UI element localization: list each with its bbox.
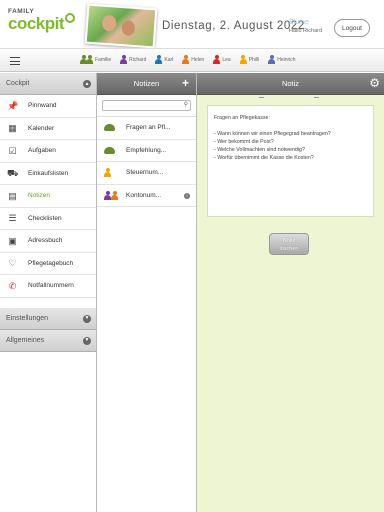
- logo-big-text: cockpit: [8, 14, 65, 33]
- chevron-down-icon: ▼: [83, 336, 91, 345]
- calendar-icon: ▦: [8, 123, 17, 134]
- note-detail-panel: Notiz ⚙ Fragen an Pflegekasse: - Wann kö…: [197, 73, 384, 512]
- note-line: - Welche Vollmachten sind notwendig?: [214, 147, 305, 153]
- sidebar-item-notizen[interactable]: ▤ Notizen: [0, 185, 96, 208]
- clip-icon: [314, 95, 319, 98]
- gear-icon[interactable]: ⚙: [369, 76, 380, 90]
- sidebar-section-einstellungen[interactable]: Einstellungen ▼: [0, 307, 96, 330]
- member-karl[interactable]: Karl: [155, 55, 173, 64]
- note-title: Notiz: [281, 79, 300, 88]
- family-members: Familie Richard Karl Helen Lea Philli He…: [80, 55, 296, 64]
- note-line: - Worfür übernimmt die Kasse die Kosten?: [214, 155, 314, 161]
- chevron-down-icon: ▼: [83, 314, 91, 323]
- person-icon: [239, 55, 247, 64]
- family-icon: [104, 124, 120, 132]
- member-lea[interactable]: Lea: [213, 55, 231, 64]
- tasks-icon: ☑: [8, 145, 17, 156]
- note-line: - Wann können wir einen Pflegegrad beant…: [214, 131, 331, 137]
- person-icon: [155, 55, 163, 64]
- person-icon: [182, 55, 190, 64]
- logo-ring-icon: [65, 13, 76, 23]
- app-logo: FAMILY cockpit: [8, 8, 76, 33]
- notes-header: Notizen +: [97, 73, 196, 95]
- sidebar-item-aufgaben[interactable]: ☑ Aufgaben: [0, 140, 96, 163]
- note-line: - Wer bekommt die Post?: [214, 139, 274, 145]
- phone-icon: ✆: [8, 280, 17, 291]
- sidebar-item-checklisten[interactable]: ☰ Checklisten: [0, 208, 96, 230]
- member-helen[interactable]: Helen: [182, 55, 204, 64]
- user-name: Blume: [289, 19, 309, 26]
- notes-panel: Notizen + ⚲ Fragen an Pfl... Empfehlung.…: [97, 73, 197, 512]
- sidebar-item-pinnwand[interactable]: 📌 Pinnwand: [0, 95, 96, 118]
- user-info: Blume Hallo Richard: [289, 18, 322, 35]
- person-icon: [268, 55, 276, 64]
- sidebar-section-cockpit[interactable]: Cockpit ▲: [0, 73, 96, 95]
- note-list-item[interactable]: Steuernum...: [97, 162, 196, 185]
- member-heinrich[interactable]: Heinrich: [268, 55, 296, 64]
- addressbook-icon: ▣: [8, 235, 17, 246]
- cart-icon: ⛟: [7, 168, 19, 179]
- sidebar-item-kalender[interactable]: ▦ Kalender: [0, 118, 96, 140]
- chevron-up-icon: ▲: [83, 80, 91, 88]
- note-header: Notiz ⚙: [197, 73, 384, 95]
- sidebar-item-pflegetagebuch[interactable]: ♡ Pflegetagebuch: [0, 253, 96, 275]
- note-list-item[interactable]: Kontonum... i: [97, 185, 196, 207]
- sidebar-item-einkaufslisten[interactable]: ⛟ Einkaufslisten: [0, 163, 96, 185]
- clip-icon: [259, 95, 264, 98]
- user-greeting: Hallo Richard: [289, 28, 323, 34]
- info-icon[interactable]: i: [184, 192, 190, 199]
- richard-helen-icon: [104, 190, 120, 200]
- family-photo: [84, 3, 158, 49]
- sidebar-section-allgemeines[interactable]: Allgemeines ▼: [0, 329, 96, 352]
- note-list-item[interactable]: Empfehlung...: [97, 140, 196, 162]
- delete-note-button[interactable]: Notiz löschen: [269, 233, 309, 255]
- notes-search: ⚲: [97, 95, 196, 118]
- add-note-icon[interactable]: +: [182, 76, 189, 90]
- menu-icon[interactable]: [10, 57, 20, 65]
- heart-icon: ♡: [8, 258, 17, 269]
- notes-icon: ▤: [8, 190, 17, 201]
- sidebar: Cockpit ▲ 📌 Pinnwand ▦ Kalender ☑ Aufgaben …: [0, 73, 97, 512]
- family-icon: [104, 146, 120, 154]
- member-richard[interactable]: Richard: [120, 55, 146, 64]
- checklist-icon: ☰: [8, 213, 17, 224]
- person-icon: [213, 55, 221, 64]
- member-philli[interactable]: Philli: [239, 55, 259, 64]
- logout-button[interactable]: Logout: [334, 19, 370, 37]
- family-bar: Familie Richard Karl Helen Lea Philli He…: [0, 48, 384, 72]
- person-icon: [120, 55, 128, 64]
- note-list-item[interactable]: Fragen an Pfl...: [97, 117, 196, 140]
- sidebar-item-notfallnummern[interactable]: ✆ Notfallnummern: [0, 275, 96, 298]
- app-header: FAMILY cockpit Dienstag, 2. August 2022 …: [0, 0, 384, 49]
- family-icon: [86, 55, 93, 64]
- member-familie[interactable]: Familie: [80, 55, 111, 64]
- note-heading: Fragen an Pflegekasse:: [214, 115, 270, 121]
- notes-title: Notizen: [133, 79, 160, 88]
- sidebar-item-adressbuch[interactable]: ▣ Adressbuch: [0, 230, 96, 253]
- philli-icon: [104, 168, 120, 178]
- pin-icon: 📌: [7, 100, 19, 111]
- current-date: Dienstag, 2. August 2022: [162, 20, 305, 32]
- note-content[interactable]: Fragen an Pflegekasse: - Wann können wir…: [207, 105, 374, 217]
- search-icon[interactable]: ⚲: [184, 101, 188, 108]
